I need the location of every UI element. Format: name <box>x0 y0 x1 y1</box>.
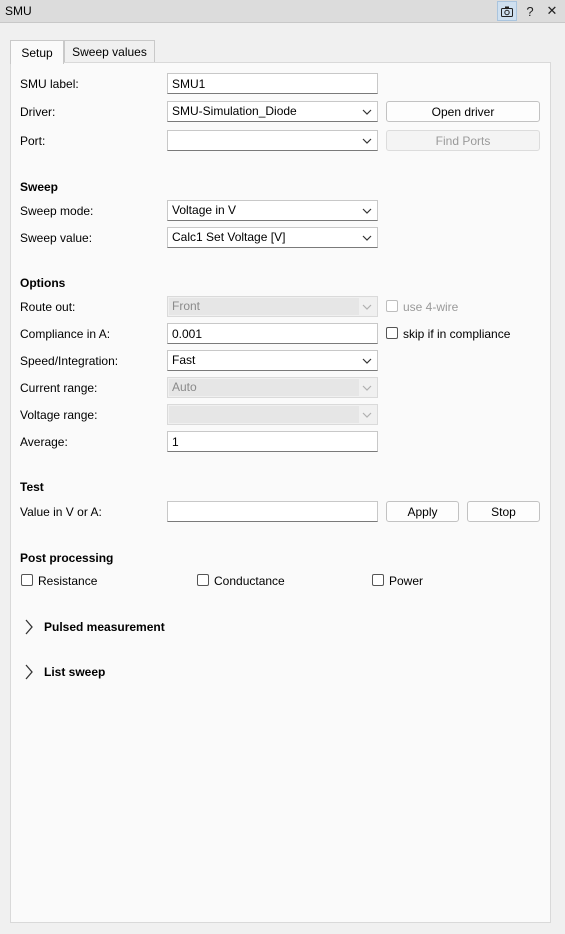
conductance-checkbox[interactable] <box>197 574 209 586</box>
route-out-value: Front <box>172 299 201 313</box>
tab-setup[interactable]: Setup <box>10 40 64 64</box>
help-icon[interactable]: ? <box>520 1 540 21</box>
post-processing-header: Post processing <box>20 551 114 565</box>
compliance-input[interactable] <box>167 323 378 344</box>
use-4-wire-label: use 4-wire <box>403 300 459 314</box>
sweep-mode-label: Sweep mode: <box>20 204 94 218</box>
test-value-input[interactable] <box>167 501 378 522</box>
chevron-down-icon <box>361 351 373 370</box>
sweep-mode-value: Voltage in V <box>172 203 237 217</box>
smu-label-label: SMU label: <box>20 77 79 91</box>
test-header: Test <box>20 480 44 494</box>
sweep-value-select[interactable]: Calc1 Set Voltage [V] <box>167 227 378 248</box>
find-ports-button[interactable]: Find Ports <box>386 130 540 151</box>
options-header: Options <box>20 276 66 290</box>
tab-sweep-values[interactable]: Sweep values <box>64 40 155 63</box>
sweep-mode-select[interactable]: Voltage in V <box>167 200 378 221</box>
port-label: Port: <box>20 134 46 148</box>
open-driver-button[interactable]: Open driver <box>386 101 540 122</box>
current-range-label: Current range: <box>20 381 98 395</box>
chevron-down-icon <box>361 378 373 397</box>
chevron-down-icon <box>361 405 373 424</box>
skip-if-in-compliance-label: skip if in compliance <box>403 327 511 341</box>
chevron-down-icon <box>361 201 373 220</box>
chevron-down-icon <box>361 297 373 316</box>
apply-button[interactable]: Apply <box>386 501 459 522</box>
close-icon[interactable]: ✕ <box>542 1 562 21</box>
average-label: Average: <box>20 435 68 449</box>
list-sweep-expander[interactable]: List sweep <box>20 662 105 682</box>
window-title: SMU <box>5 4 32 18</box>
current-range-value: Auto <box>172 380 197 394</box>
sweep-value-value: Calc1 Set Voltage [V] <box>172 230 286 244</box>
chevron-down-icon <box>361 131 373 150</box>
speed-select[interactable]: Fast <box>167 350 378 371</box>
speed-label: Speed/Integration: <box>20 354 119 368</box>
chevron-down-icon <box>361 228 373 247</box>
setup-panel <box>10 62 551 923</box>
pulsed-measurement-expander[interactable]: Pulsed measurement <box>20 617 165 637</box>
chevron-down-icon <box>361 102 373 121</box>
list-sweep-label: List sweep <box>44 665 106 679</box>
smu-label-input[interactable] <box>167 73 378 94</box>
stop-button[interactable]: Stop <box>467 501 540 522</box>
test-value-label: Value in V or A: <box>20 505 102 519</box>
speed-value: Fast <box>172 353 196 367</box>
screenshot-icon[interactable] <box>497 1 517 21</box>
voltage-range-label: Voltage range: <box>20 408 98 422</box>
chevron-right-icon <box>25 619 33 635</box>
pulsed-measurement-label: Pulsed measurement <box>44 620 165 634</box>
driver-value: SMU-Simulation_Diode <box>172 104 297 118</box>
sweep-header: Sweep <box>20 180 59 194</box>
chevron-right-icon <box>25 664 33 680</box>
sweep-value-label: Sweep value: <box>20 231 93 245</box>
average-input[interactable] <box>167 431 378 452</box>
skip-if-in-compliance-checkbox[interactable] <box>386 327 398 339</box>
conductance-label: Conductance <box>214 574 285 588</box>
resistance-label: Resistance <box>38 574 98 588</box>
port-select[interactable] <box>167 130 378 151</box>
resistance-checkbox[interactable] <box>21 574 33 586</box>
current-range-select[interactable]: Auto <box>167 377 378 398</box>
route-out-select[interactable]: Front <box>167 296 378 317</box>
power-checkbox[interactable] <box>372 574 384 586</box>
driver-select[interactable]: SMU-Simulation_Diode <box>167 101 378 122</box>
power-label: Power <box>389 574 424 588</box>
route-out-label: Route out: <box>20 300 76 314</box>
driver-label: Driver: <box>20 105 56 119</box>
voltage-range-select[interactable] <box>167 404 378 425</box>
compliance-label: Compliance in A: <box>20 327 111 341</box>
window-titlebar: SMU ? ✕ <box>0 0 565 23</box>
use-4-wire-checkbox[interactable] <box>386 300 398 312</box>
